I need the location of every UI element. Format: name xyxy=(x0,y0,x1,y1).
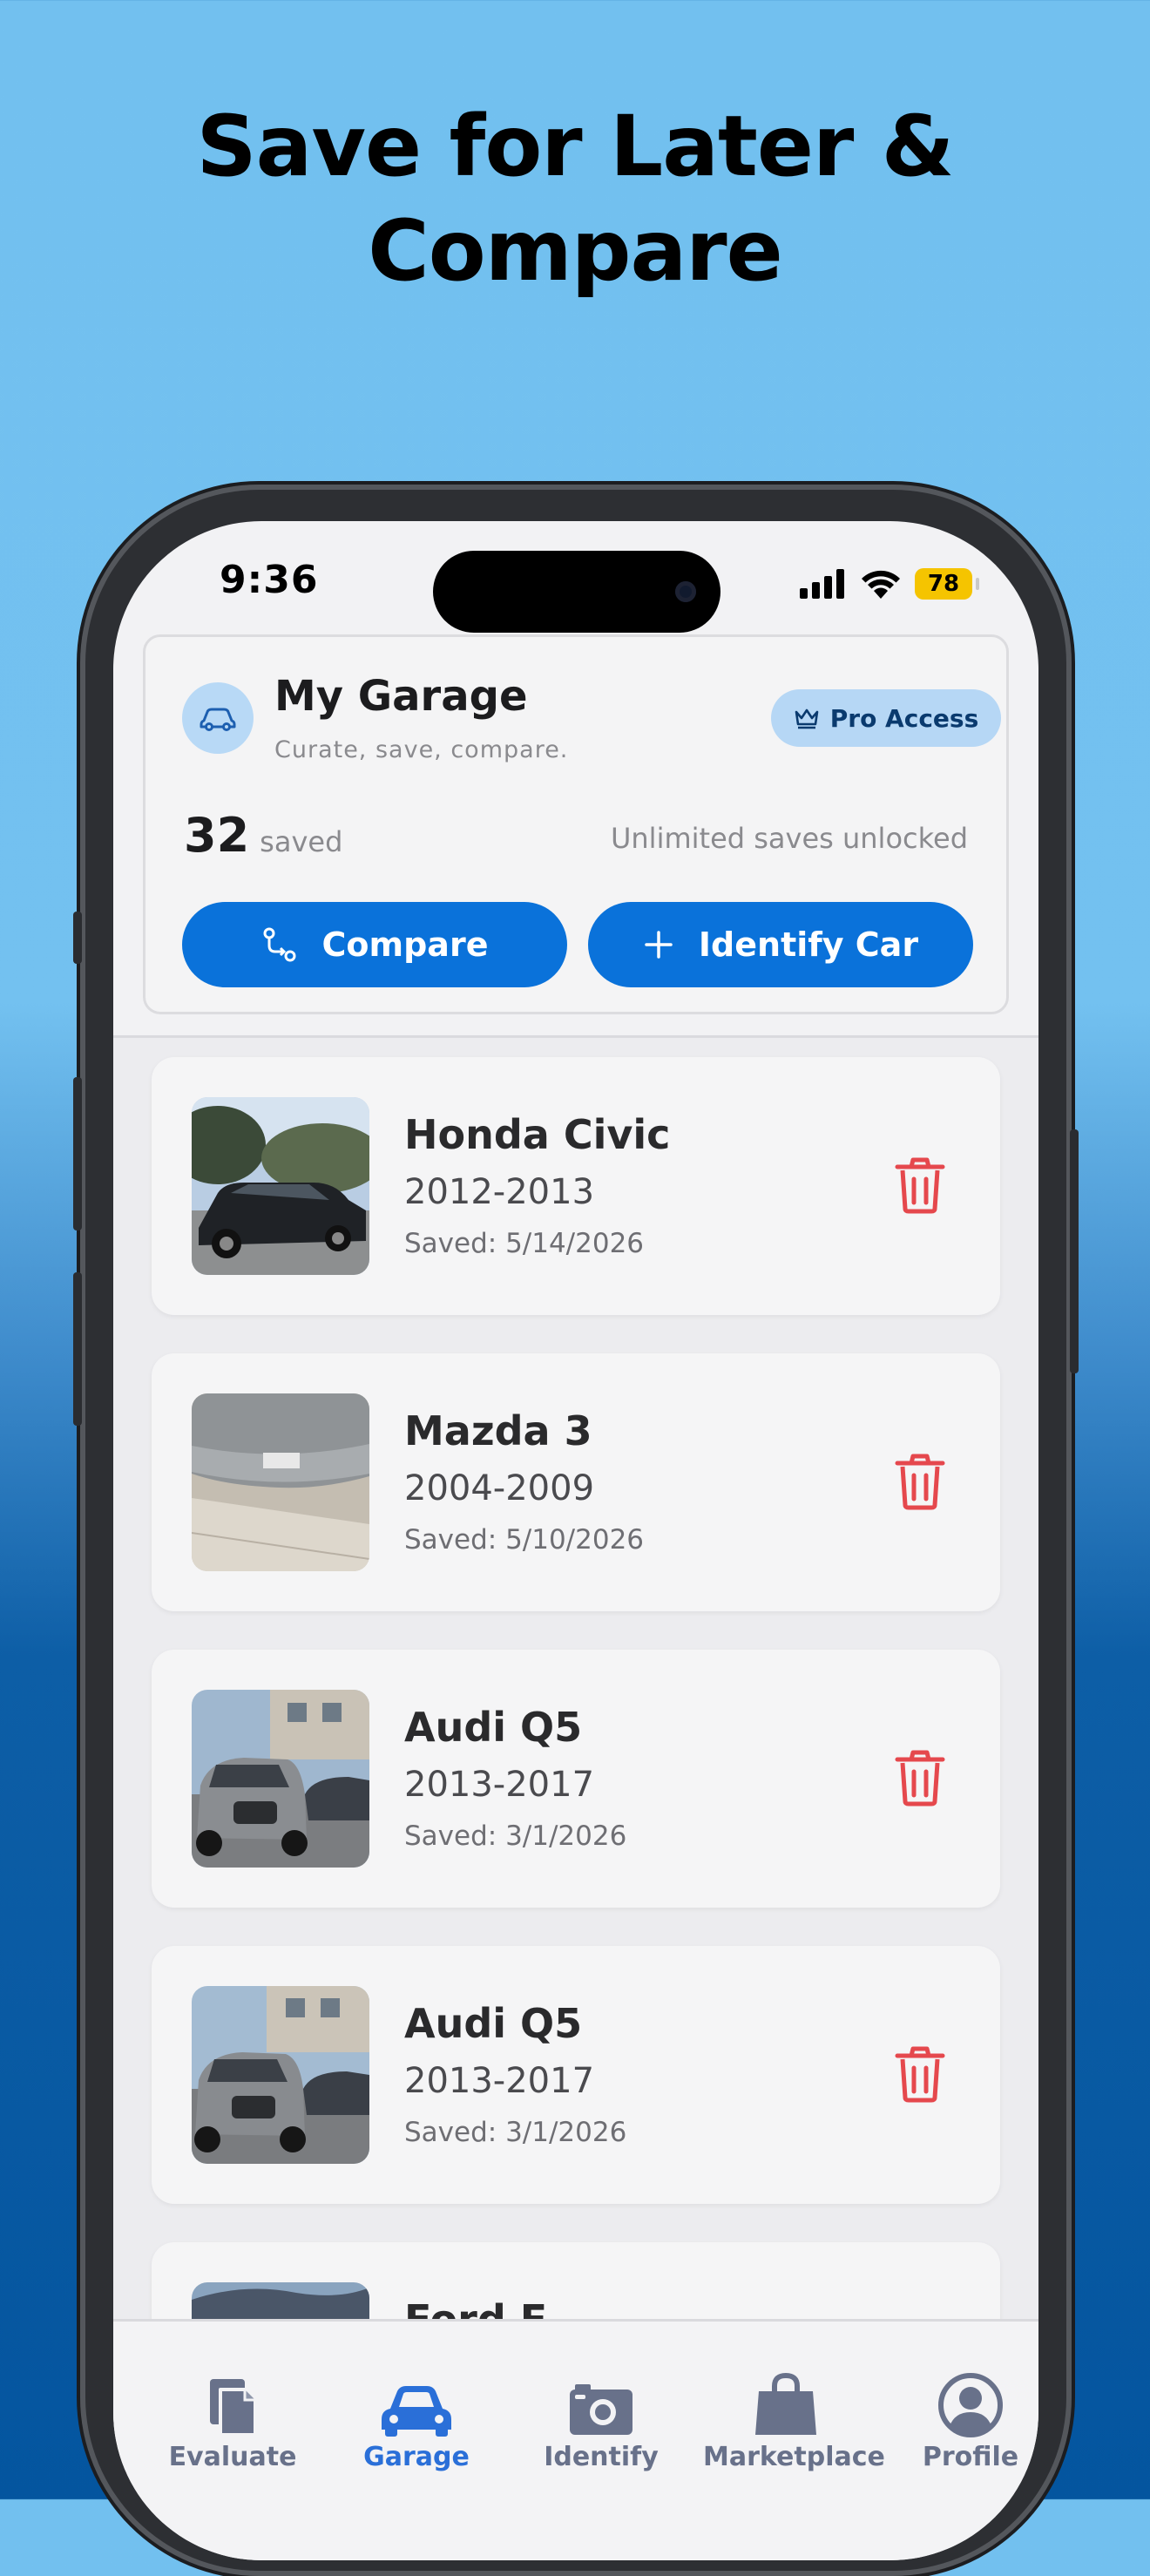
compare-button-label: Compare xyxy=(321,925,489,964)
tab-evaluate[interactable]: Evaluate xyxy=(150,2369,315,2472)
headline-line-1: Save for Later & xyxy=(196,98,955,195)
pro-access-badge[interactable]: Pro Access xyxy=(771,689,1001,747)
garage-avatar xyxy=(182,682,254,754)
car-card[interactable]: Honda Civic 2012-2013 Saved: 5/14/2026 xyxy=(152,1057,1000,1315)
car-name: Honda Civic xyxy=(404,1111,671,1158)
compare-icon xyxy=(263,927,296,962)
headline-line-2: Compare xyxy=(368,202,782,300)
car-outline-icon xyxy=(200,708,236,731)
car-card[interactable]: Ford E... xyxy=(152,2242,1000,2319)
document-icon xyxy=(210,2379,257,2437)
battery-cap xyxy=(976,578,979,590)
tab-marketplace[interactable]: Marketplace xyxy=(703,2369,885,2472)
tab-evaluate-label: Evaluate xyxy=(168,2442,297,2472)
status-bar: 9:36 78 xyxy=(113,521,1038,633)
unlimited-status: Unlimited saves unlocked xyxy=(610,822,968,855)
saved-count: 32 xyxy=(184,808,250,863)
dynamic-island xyxy=(433,551,720,633)
battery-indicator: 78 xyxy=(915,568,972,600)
phone-power-button xyxy=(1070,1129,1079,1373)
car-saved-date: Saved: 5/10/2026 xyxy=(404,1524,645,1556)
pro-access-label: Pro Access xyxy=(829,703,979,733)
tab-bar: Evaluate Garage Identify Marketplace Pro… xyxy=(113,2319,1038,2560)
garage-header-card: My Garage Curate, save, compare. Pro Acc… xyxy=(143,634,1009,1014)
trash-icon[interactable] xyxy=(894,1749,946,1807)
car-saved-date: Saved: 5/14/2026 xyxy=(404,1228,645,1259)
car-card[interactable]: Audi Q5 2013-2017 Saved: 3/1/2026 xyxy=(152,1946,1000,2204)
car-thumbnail xyxy=(192,2282,369,2319)
profile-icon xyxy=(938,2373,1003,2437)
tab-marketplace-label: Marketplace xyxy=(703,2442,885,2472)
plus-icon xyxy=(645,931,673,959)
car-name: Ford E... xyxy=(404,2296,593,2319)
car-name: Audi Q5 xyxy=(404,1704,583,1751)
car-years: 2013-2017 xyxy=(404,1765,595,1805)
saved-cars-list[interactable]: Honda Civic 2012-2013 Saved: 5/14/2026 M… xyxy=(113,1038,1038,2319)
phone-action-button xyxy=(73,912,82,964)
car-thumbnail xyxy=(192,1690,369,1868)
wifi-icon xyxy=(862,570,900,599)
phone-screen: 9:36 78 My Garage Curate, save, compare.… xyxy=(113,521,1038,2560)
trash-icon[interactable] xyxy=(894,2045,946,2103)
identify-car-button-label: Identify Car xyxy=(698,925,919,964)
camera-icon xyxy=(570,2384,632,2435)
car-name: Audi Q5 xyxy=(404,2000,583,2047)
car-years: 2012-2013 xyxy=(404,1172,595,1212)
saved-count-label: saved xyxy=(260,825,343,858)
trash-icon[interactable] xyxy=(894,1453,946,1510)
tab-garage-label: Garage xyxy=(363,2442,470,2472)
status-icons: 78 xyxy=(800,566,979,601)
car-thumbnail xyxy=(192,1393,369,1571)
signal-icon xyxy=(800,569,844,599)
car-name: Mazda 3 xyxy=(404,1407,592,1454)
shopping-bag-icon xyxy=(755,2372,816,2435)
tab-garage[interactable]: Garage xyxy=(334,2369,499,2472)
car-saved-date: Saved: 3/1/2026 xyxy=(404,1820,627,1852)
car-thumbnail xyxy=(192,1986,369,2164)
page-subtitle: Curate, save, compare. xyxy=(274,736,569,763)
car-card[interactable]: Mazda 3 2004-2009 Saved: 5/10/2026 xyxy=(152,1353,1000,1611)
car-card[interactable]: Audi Q5 2013-2017 Saved: 3/1/2026 xyxy=(152,1650,1000,1908)
compare-button[interactable]: Compare xyxy=(182,902,567,987)
phone-volume-up-button xyxy=(73,1077,82,1230)
crown-icon xyxy=(795,708,819,729)
marketing-headline: Save for Later & Compare xyxy=(0,94,1150,303)
tab-profile[interactable]: Profile xyxy=(888,2369,1038,2472)
phone-volume-down-button xyxy=(73,1272,82,1426)
identify-car-button[interactable]: Identify Car xyxy=(588,902,973,987)
status-time: 9:36 xyxy=(220,558,319,602)
saved-count-row: 32 saved xyxy=(184,808,342,863)
tab-identify[interactable]: Identify xyxy=(518,2369,684,2472)
tab-profile-label: Profile xyxy=(922,2442,1019,2472)
car-years: 2013-2017 xyxy=(404,2061,595,2101)
front-camera xyxy=(675,581,696,602)
car-saved-date: Saved: 3/1/2026 xyxy=(404,2117,627,2148)
car-icon xyxy=(382,2386,451,2437)
trash-icon[interactable] xyxy=(894,1156,946,1214)
page-title: My Garage xyxy=(274,672,528,721)
car-thumbnail xyxy=(192,1097,369,1275)
tab-identify-label: Identify xyxy=(544,2442,659,2472)
car-years: 2004-2009 xyxy=(404,1468,595,1508)
